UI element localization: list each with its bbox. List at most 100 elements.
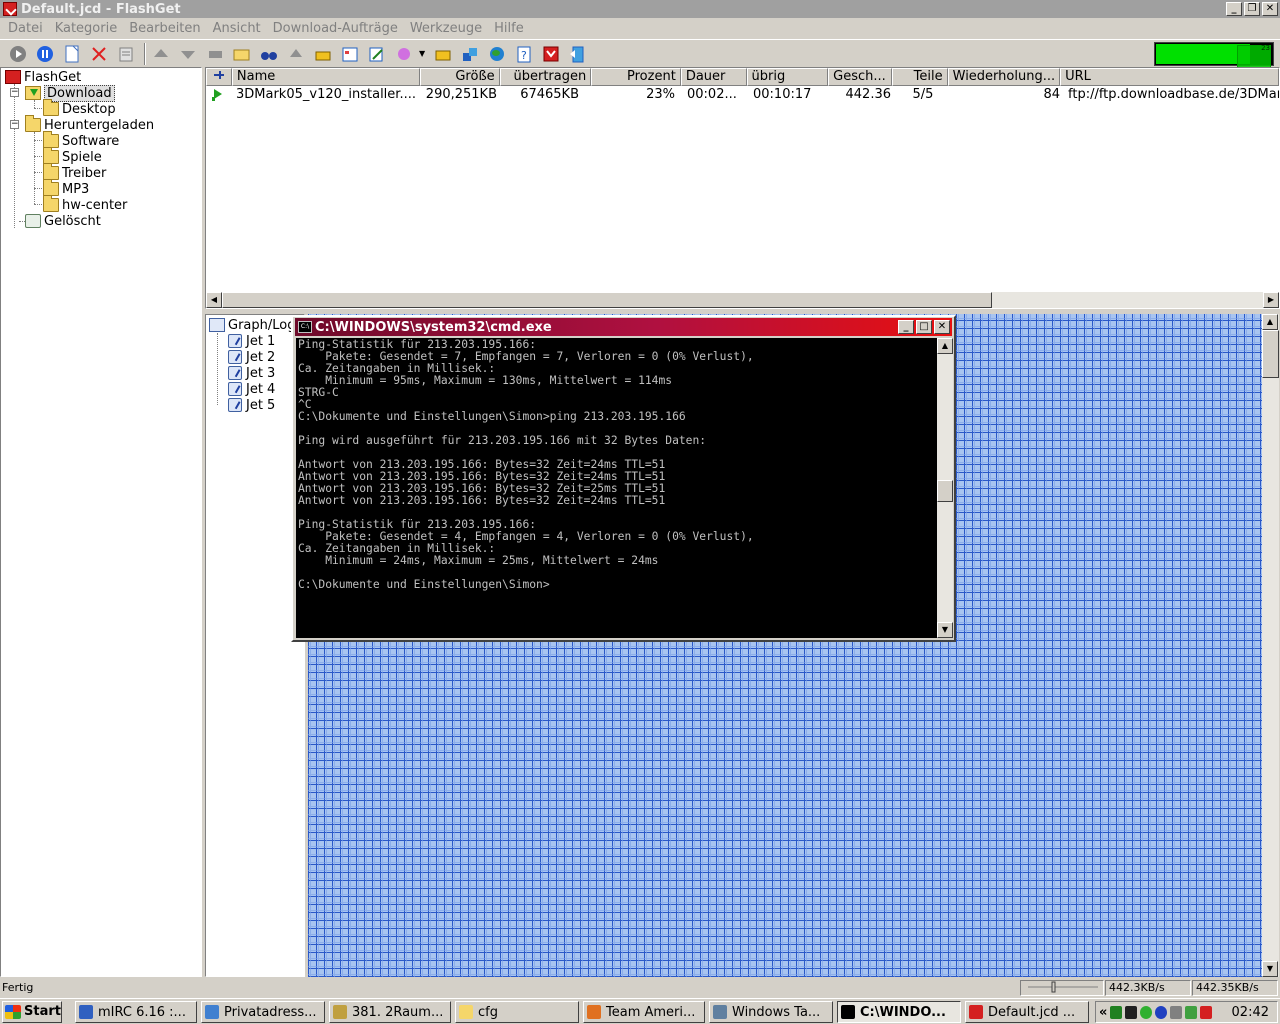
expander-heruntergeladen[interactable]: −: [10, 120, 19, 129]
tray-app-icon[interactable]: [1110, 1005, 1123, 1019]
minimize-button[interactable]: _: [1226, 2, 1242, 16]
menu-ansicht[interactable]: Ansicht: [207, 21, 267, 36]
task-button-privatadress[interactable]: Privatadress...: [201, 1001, 325, 1023]
scroll-down-arrow[interactable]: ▼: [937, 622, 953, 638]
exit-button[interactable]: [566, 42, 590, 66]
col-teile[interactable]: Teile: [891, 68, 948, 86]
tree-item-graph-log[interactable]: Graph/Log: [209, 317, 295, 333]
schedule-button[interactable]: [338, 42, 362, 66]
tray-monitor-icon[interactable]: [1125, 1005, 1138, 1019]
tray-gear-icon[interactable]: [1140, 1005, 1153, 1019]
col-uebertragen[interactable]: übertragen: [499, 68, 592, 86]
tree-item-hw-center[interactable]: hw-center: [43, 195, 127, 213]
task-button-flashget[interactable]: Default.jcd ...: [965, 1001, 1089, 1023]
graph-vertical-scrollbar[interactable]: ▲ ▼: [1262, 314, 1279, 977]
open-folder-button[interactable]: [230, 42, 254, 66]
col-status[interactable]: [206, 68, 232, 86]
tree-item-jet-5[interactable]: Jet 5: [228, 397, 275, 413]
expander-download[interactable]: −: [10, 88, 19, 97]
tree-item-treiber[interactable]: Treiber: [43, 163, 106, 181]
console-output[interactable]: Ping-Statistik für 213.203.195.166: Pake…: [296, 338, 937, 638]
tray-flashget-icon[interactable]: [1200, 1005, 1213, 1019]
col-groesse[interactable]: Größe: [420, 68, 500, 86]
dial-button[interactable]: [311, 42, 335, 66]
menu-hilfe[interactable]: Hilfe: [488, 21, 530, 36]
menu-kategorie[interactable]: Kategorie: [49, 21, 124, 36]
tree-item-jet-4[interactable]: Jet 4: [228, 381, 275, 397]
taskbar-clock[interactable]: 02:42: [1232, 1005, 1269, 1020]
options-button[interactable]: [458, 42, 482, 66]
move-up-button[interactable]: [149, 42, 173, 66]
scroll-up-arrow[interactable]: ▲: [1262, 314, 1278, 330]
tray-connection-icon[interactable]: [1185, 1005, 1198, 1019]
move-to-button[interactable]: [203, 42, 227, 66]
connection-button[interactable]: [431, 42, 455, 66]
new-download-button[interactable]: [60, 42, 84, 66]
skin-button[interactable]: [392, 42, 416, 66]
col-dauer[interactable]: Dauer: [680, 68, 747, 86]
task-button-cmd[interactable]: C:\WINDO...: [837, 1001, 961, 1023]
move-down-button[interactable]: [176, 42, 200, 66]
cmd-icon: [841, 1005, 855, 1019]
cmd-vertical-scrollbar[interactable]: ▲ ▼: [937, 338, 953, 638]
cmd-icon[interactable]: C:\: [298, 321, 312, 333]
help-button[interactable]: ?: [512, 42, 536, 66]
task-button-mirc[interactable]: mIRC 6.16 :...: [75, 1001, 197, 1023]
tree-item-flashget[interactable]: FlashGet: [5, 69, 81, 85]
pause-download-button[interactable]: [33, 42, 57, 66]
start-button[interactable]: Start: [2, 1000, 62, 1023]
speed-limit-slider[interactable]: [1020, 980, 1104, 996]
start-download-button[interactable]: [6, 42, 30, 66]
menu-bearbeiten[interactable]: Bearbeiten: [123, 21, 206, 36]
tree-item-software[interactable]: Software: [43, 131, 119, 149]
tray-expand-chevron-icon[interactable]: «: [1099, 1005, 1107, 1020]
cmd-maximize-button[interactable]: □: [916, 320, 932, 334]
menu-download-auftraege[interactable]: Download-Aufträge: [267, 21, 404, 36]
find-button[interactable]: [257, 42, 281, 66]
task-button-2raum[interactable]: 381. 2Raum...: [329, 1001, 451, 1023]
tree-item-jet-3[interactable]: Jet 3: [228, 365, 275, 381]
tree-item-geloescht[interactable]: Gelöscht: [25, 213, 101, 229]
cmd-close-button[interactable]: ✕: [934, 320, 950, 334]
tray-network-icon[interactable]: [1170, 1005, 1183, 1019]
restore-button[interactable]: ❐: [1244, 2, 1260, 16]
col-url[interactable]: URL: [1060, 68, 1279, 86]
tree-item-jet-1[interactable]: Jet 1: [228, 333, 275, 349]
jet-icon: [228, 334, 242, 348]
cmd-window[interactable]: C:\ C:\WINDOWS\system32\cmd.exe _ □ ✕ Pi…: [291, 315, 956, 642]
scroll-right-arrow[interactable]: ▶: [1263, 292, 1279, 308]
tree-item-download[interactable]: Download: [25, 84, 115, 102]
scroll-thumb[interactable]: [937, 480, 953, 502]
properties-button[interactable]: [114, 42, 138, 66]
col-geschwindigkeit[interactable]: Gesch...: [828, 68, 892, 86]
cmd-minimize-button[interactable]: _: [898, 320, 914, 334]
edit-button[interactable]: [365, 42, 389, 66]
close-button[interactable]: ✕: [1262, 2, 1278, 16]
table-row[interactable]: 3DMark05_v120_installer.... 290,251KB 67…: [206, 87, 1279, 103]
list-horizontal-scrollbar[interactable]: ◀ ▶: [206, 292, 1279, 308]
flashget-app-icon[interactable]: [3, 2, 17, 16]
menu-datei[interactable]: Datei: [2, 21, 49, 36]
flashget-home-button[interactable]: [539, 42, 563, 66]
tree-item-jet-2[interactable]: Jet 2: [228, 349, 275, 365]
menu-werkzeuge[interactable]: Werkzeuge: [404, 21, 488, 36]
scroll-thumb[interactable]: [222, 292, 992, 308]
tree-item-desktop[interactable]: Desktop: [43, 99, 116, 117]
scroll-thumb[interactable]: [1262, 330, 1279, 378]
skin-dropdown-arrow[interactable]: ▼: [419, 49, 425, 58]
task-button-windows-task-manager[interactable]: Windows Ta...: [709, 1001, 833, 1023]
tray-shield-icon[interactable]: [1155, 1005, 1168, 1019]
web-button[interactable]: [485, 42, 509, 66]
task-button-cfg[interactable]: cfg: [455, 1001, 579, 1023]
col-prozent[interactable]: Prozent: [591, 68, 681, 86]
scroll-left-arrow[interactable]: ◀: [206, 292, 222, 308]
site-explorer-button[interactable]: [284, 42, 308, 66]
delete-button[interactable]: [87, 42, 111, 66]
col-uebrig[interactable]: übrig: [746, 68, 829, 86]
scroll-down-arrow[interactable]: ▼: [1262, 961, 1278, 977]
col-wiederholungen[interactable]: Wiederholung...: [947, 68, 1061, 86]
col-name[interactable]: Name: [231, 68, 420, 86]
scroll-up-arrow[interactable]: ▲: [937, 338, 953, 354]
cmd-title-bar[interactable]: C:\ C:\WINDOWS\system32\cmd.exe _ □ ✕: [295, 318, 952, 336]
task-button-team[interactable]: Team Ameri...: [583, 1001, 705, 1023]
